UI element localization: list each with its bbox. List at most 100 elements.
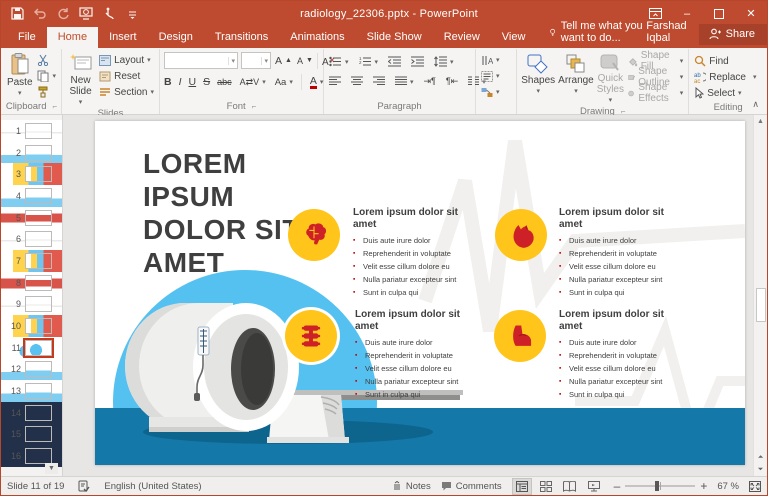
cut-button[interactable]	[36, 53, 57, 67]
slide-preview[interactable]	[25, 253, 52, 269]
undo-icon[interactable]	[33, 7, 47, 21]
slide-show-button[interactable]	[584, 478, 604, 495]
slide-indicator[interactable]: Slide 11 of 19	[7, 481, 64, 492]
slide-preview[interactable]	[25, 231, 52, 247]
slide-preview[interactable]	[25, 405, 52, 421]
strikethrough-button[interactable]: abc	[217, 77, 232, 87]
character-spacing-button[interactable]: A⇄V▾	[239, 75, 267, 89]
new-slide-button[interactable]: New Slide▾	[66, 51, 95, 108]
layout-button[interactable]: Layout▾	[98, 53, 155, 67]
underline-button[interactable]: U	[189, 76, 197, 88]
slide-preview[interactable]	[25, 426, 52, 442]
zoom-out-button[interactable]: –	[614, 479, 621, 493]
decrease-font-size-button[interactable]: A▼	[296, 54, 314, 68]
slide-preview[interactable]	[25, 340, 52, 356]
content-block-4[interactable]: Lorem ipsum dolor sit amet Duis aute iru…	[559, 309, 711, 401]
ribbon-tab[interactable]: Animations	[279, 27, 355, 48]
quick-styles-button[interactable]: Quick Styles▾	[597, 51, 624, 106]
shape-effects-button[interactable]: Shape Effects▾	[627, 86, 684, 100]
font-size-combobox[interactable]: ▾	[241, 52, 271, 69]
slide-preview[interactable]	[25, 166, 52, 182]
slide-preview[interactable]	[25, 123, 52, 139]
ribbon-tab[interactable]: Slide Show	[356, 27, 433, 48]
slide-canvas[interactable]: LOREM IPSUM DOLOR SIT AMET Lorem ipsum d…	[95, 121, 745, 465]
share-button[interactable]: Share	[699, 24, 767, 45]
increase-font-size-button[interactable]: A▲	[274, 54, 293, 68]
text-direction-button[interactable]: A▾	[480, 53, 501, 67]
slide-preview[interactable]	[25, 448, 52, 464]
arrange-button[interactable]: Arrange▾	[558, 51, 594, 97]
slide-thumbnail[interactable]: 9	[1, 294, 62, 316]
content-block-2[interactable]: Lorem ipsum dolor sit amet Duis aute iru…	[559, 207, 711, 299]
brain-icon[interactable]	[288, 209, 340, 261]
slide-thumbnail[interactable]: 1	[1, 120, 62, 142]
fit-slide-to-window-icon[interactable]	[749, 481, 761, 492]
paste-button[interactable]: Paste▾	[6, 51, 33, 99]
slide-thumbnail[interactable]: 5	[1, 207, 62, 229]
ribbon-tab[interactable]: File	[7, 27, 47, 48]
line-spacing-button[interactable]: ▾	[433, 55, 455, 69]
slide-thumbnail[interactable]: 12	[1, 359, 62, 381]
numbering-button[interactable]: 12▾	[358, 55, 380, 69]
zoom-slider-thumb[interactable]	[655, 481, 659, 491]
notes-button[interactable]: Notes	[392, 481, 431, 492]
font-name-combobox[interactable]: ▾	[164, 52, 238, 69]
slide-thumbnail[interactable]: 15	[1, 424, 62, 446]
slide-thumbnail[interactable]: 6	[1, 228, 62, 250]
ribbon-tab[interactable]: Home	[47, 27, 98, 48]
replace-button[interactable]: abacReplace▾	[693, 70, 757, 84]
previous-slide-icon[interactable]: ⏶	[758, 454, 764, 462]
vertical-scrollbar[interactable]: ▲ ⏶ ⏷	[753, 115, 767, 476]
thumbnail-scroll-down-icon[interactable]: ▼	[45, 463, 58, 474]
slide-preview[interactable]	[25, 361, 52, 377]
customize-qat-icon[interactable]	[125, 7, 139, 21]
font-dialog-launcher-icon[interactable]: ⌐	[252, 102, 257, 111]
language-indicator[interactable]: English (United States)	[104, 481, 201, 492]
zoom-slider[interactable]	[625, 485, 695, 487]
shadow-button[interactable]: S	[203, 76, 210, 88]
bold-button[interactable]: B	[164, 76, 172, 88]
scroll-up-icon[interactable]: ▲	[757, 115, 764, 128]
collapse-ribbon-icon[interactable]: ∧	[752, 99, 759, 110]
slide-preview[interactable]	[25, 296, 52, 312]
justify-button[interactable]: ▾	[394, 75, 415, 89]
next-slide-icon[interactable]: ⏷	[758, 466, 764, 474]
ribbon-tab[interactable]: View	[491, 27, 537, 48]
section-button[interactable]: Section▾	[98, 85, 155, 99]
convert-to-smartart-button[interactable]: ▾	[480, 85, 501, 99]
tell-me-box[interactable]: Tell me what you want to do...	[550, 20, 646, 48]
text-direction-ltr-button[interactable]: ⇥¶	[423, 75, 437, 89]
slide-thumbnail[interactable]: 10	[1, 315, 62, 337]
clipboard-dialog-launcher-icon[interactable]: ⌐	[53, 102, 58, 111]
copy-button[interactable]: ▾	[36, 69, 57, 83]
redo-icon[interactable]	[56, 7, 70, 21]
align-text-button[interactable]: ▾	[480, 69, 501, 83]
decrease-indent-button[interactable]	[387, 55, 402, 69]
ribbon-tab[interactable]: Transitions	[204, 27, 279, 48]
ribbon-tab[interactable]: Design	[148, 27, 204, 48]
slide-preview[interactable]	[25, 188, 52, 204]
slide-thumbnail[interactable]: 14	[1, 402, 62, 424]
spine-icon[interactable]	[285, 310, 337, 362]
shapes-button[interactable]: Shapes▾	[521, 51, 555, 97]
format-painter-button[interactable]	[36, 85, 57, 99]
ribbon-tab[interactable]: Insert	[98, 27, 148, 48]
text-direction-rtl-button[interactable]: ¶⇤	[445, 75, 459, 89]
slide-thumbnail[interactable]: 2	[1, 142, 62, 164]
scrollbar-thumb[interactable]	[756, 288, 766, 322]
reading-view-button[interactable]	[560, 478, 580, 495]
slide-thumbnail[interactable]: 7	[1, 250, 62, 272]
touch-mouse-mode-icon[interactable]	[102, 7, 116, 21]
slide-preview[interactable]	[25, 383, 52, 399]
slide-thumbnail[interactable]: 3	[1, 163, 62, 185]
slide-thumbnail[interactable]: 8	[1, 272, 62, 294]
find-button[interactable]: Find	[693, 54, 757, 68]
slide-thumbnail[interactable]: 13	[1, 380, 62, 402]
slide-thumbnail[interactable]: 11	[1, 337, 62, 359]
slide-sorter-view-button[interactable]	[536, 478, 556, 495]
start-from-beginning-icon[interactable]	[79, 7, 93, 21]
italic-button[interactable]: I	[179, 76, 182, 88]
increase-indent-button[interactable]	[410, 55, 425, 69]
slide-preview[interactable]	[25, 210, 52, 226]
content-block-1[interactable]: Lorem ipsum dolor sit amet Duis aute iru…	[353, 207, 505, 299]
